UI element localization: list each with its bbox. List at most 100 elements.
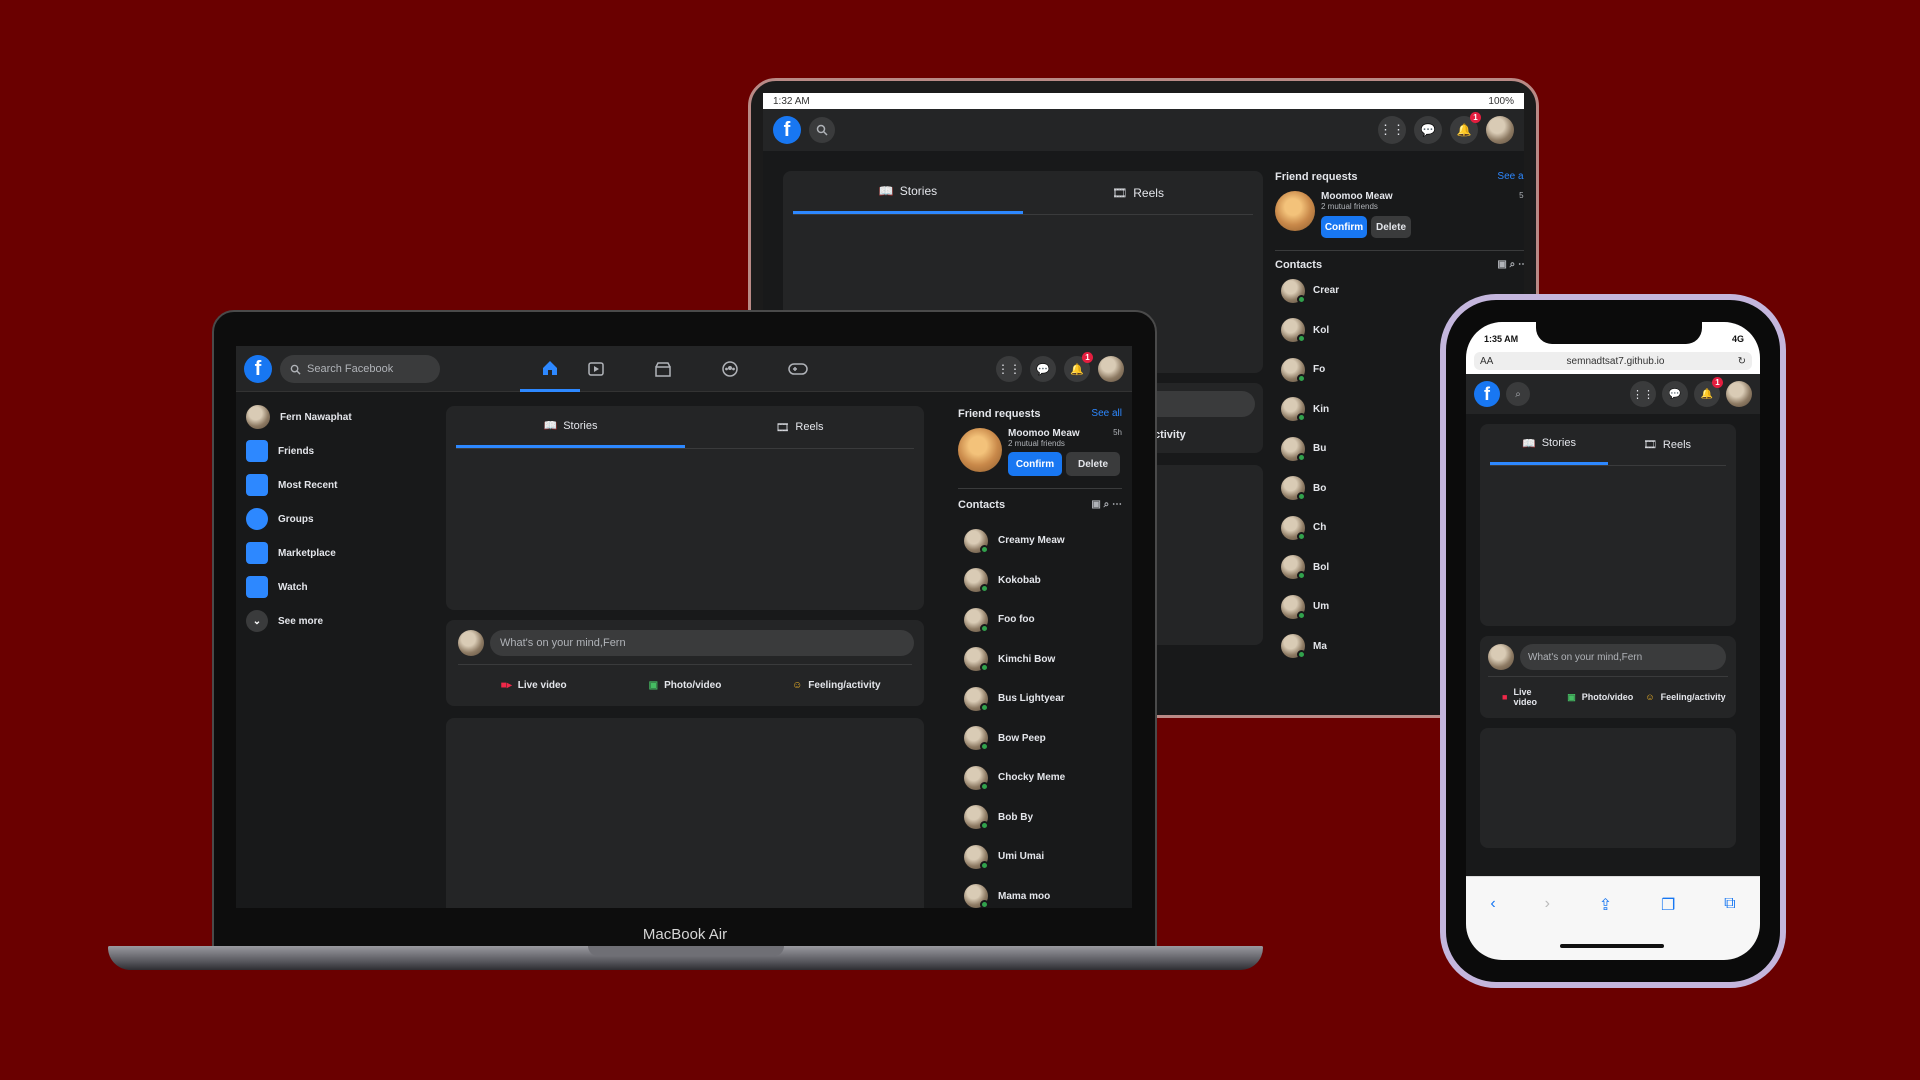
phone-url[interactable]: semnadtsat7.github.io — [1499, 356, 1731, 367]
photo-video-button[interactable]: ▣ Photo/video — [609, 670, 760, 700]
contact-item[interactable]: Foo foo — [958, 600, 1122, 640]
contacts-tools-icon[interactable]: ▣ ⌕ ⋯ — [1091, 499, 1122, 511]
composer-avatar[interactable] — [1488, 644, 1514, 670]
live-video-button[interactable]: ■▸ Live video — [458, 670, 609, 700]
composer-input[interactable]: What's on your mind,Fern — [490, 630, 914, 656]
contact-avatar — [964, 805, 989, 831]
contact-item[interactable]: Bow Peep — [958, 719, 1122, 759]
search-input[interactable]: Search Facebook — [280, 355, 440, 383]
friend-request-name[interactable]: Moomoo Meaw — [1008, 428, 1080, 439]
confirm-button[interactable]: Confirm — [1008, 452, 1062, 476]
contact-name: Bol — [1313, 561, 1330, 573]
menu-grid-icon[interactable]: ⋮⋮ — [1378, 116, 1406, 144]
sidebar-item-friends[interactable]: Friends — [246, 434, 426, 468]
bookmarks-icon[interactable]: ❐ — [1661, 895, 1675, 915]
contact-item[interactable]: Bob By — [958, 798, 1122, 838]
feeling-activity-button[interactable]: ☺ Feeling/activity — [1639, 682, 1732, 712]
contact-name: Ma — [1313, 640, 1327, 652]
text-size-button[interactable]: AA — [1480, 356, 1493, 367]
contact-item[interactable]: Creamy Meaw — [958, 521, 1122, 561]
friend-request-time: 5h — [1519, 191, 1524, 200]
tab-reels[interactable]: 🎞 Reels — [1608, 424, 1726, 465]
sidebar-item-groups[interactable]: Groups — [246, 502, 426, 536]
facebook-logo-icon[interactable]: f — [1474, 381, 1500, 407]
tab-stories[interactable]: 📖 Stories — [456, 406, 685, 448]
messenger-icon[interactable]: 💬 — [1414, 116, 1442, 144]
notifications-icon[interactable]: 🔔 1 — [1694, 377, 1723, 407]
watch-icon — [246, 576, 268, 598]
contact-item[interactable]: Kimchi Bow — [958, 640, 1122, 680]
see-all-link[interactable]: See all — [1497, 171, 1524, 183]
contacts-tools-icon[interactable]: ▣ ⌕ ⋯ — [1497, 259, 1524, 271]
online-status-icon — [980, 900, 989, 908]
account-avatar[interactable] — [1486, 116, 1514, 144]
online-status-icon — [980, 663, 989, 673]
contact-avatar — [1281, 436, 1306, 462]
reload-icon[interactable]: ↻ — [1738, 356, 1746, 367]
live-video-icon: ■▸ — [500, 679, 512, 691]
online-status-icon — [1297, 531, 1306, 541]
sidebar-item-see-more[interactable]: ⌄ See more — [246, 604, 426, 638]
notification-badge: 1 — [1470, 112, 1481, 123]
photo-video-button[interactable]: ▣ Photo/video — [1562, 682, 1640, 712]
tab-stories[interactable]: 📖 Stories — [1490, 424, 1608, 465]
nav-gaming-icon[interactable] — [788, 360, 808, 378]
contact-item[interactable]: Bus Lightyear — [958, 679, 1122, 719]
contact-avatar — [1281, 318, 1306, 344]
feeling-activity-button[interactable]: ☺ Feeling/activity — [761, 670, 912, 700]
composer-input[interactable]: What's on your mind,Fern — [1520, 644, 1726, 670]
nav-watch-icon[interactable] — [587, 360, 605, 378]
tabs-icon[interactable]: ⧉ — [1724, 895, 1735, 915]
nav-home-icon[interactable] — [520, 346, 580, 392]
search-icon — [290, 364, 301, 375]
messenger-icon[interactable]: 💬 — [1662, 381, 1688, 407]
nav-marketplace-icon[interactable] — [654, 360, 672, 378]
sidebar-item-label: Groups — [278, 513, 314, 525]
menu-grid-icon[interactable]: ⋮⋮ — [1630, 381, 1656, 407]
contact-item[interactable]: Mama moo — [958, 877, 1122, 908]
composer-avatar[interactable] — [458, 630, 484, 656]
facebook-logo-icon[interactable]: f — [773, 116, 801, 144]
contact-item[interactable]: Kokobab — [958, 561, 1122, 601]
sidebar-item-label: Marketplace — [278, 547, 336, 559]
delete-button[interactable]: Delete — [1371, 216, 1411, 238]
forward-icon[interactable]: › — [1545, 895, 1550, 915]
delete-button[interactable]: Delete — [1066, 452, 1120, 476]
see-all-link[interactable]: See all — [1091, 408, 1122, 420]
nav-groups-icon[interactable] — [721, 360, 739, 378]
tab-reels[interactable]: 🎞 Reels — [685, 406, 914, 448]
notifications-icon[interactable]: 🔔 1 — [1450, 112, 1481, 144]
sidebar-item-fern-nawaphat[interactable]: Fern Nawaphat — [246, 400, 426, 434]
contacts-title: Contacts — [1275, 259, 1323, 271]
live-video-button[interactable]: ■ Live video — [1484, 682, 1562, 712]
back-icon[interactable]: ‹ — [1490, 895, 1495, 915]
online-status-icon — [1297, 452, 1306, 462]
sidebar-item-watch[interactable]: Watch — [246, 570, 426, 604]
notifications-icon[interactable]: 🔔 1 — [1064, 352, 1093, 382]
account-avatar[interactable] — [1726, 381, 1752, 407]
sidebar-item-most-recent[interactable]: Most Recent — [246, 468, 426, 502]
confirm-button[interactable]: Confirm — [1321, 216, 1367, 238]
share-icon[interactable]: ⇪ — [1599, 895, 1612, 915]
tab-reels[interactable]: 🎞 Reels — [1023, 171, 1253, 214]
marketplace-icon — [246, 542, 268, 564]
messenger-icon[interactable]: 💬 — [1030, 356, 1056, 382]
search-icon[interactable]: ⌕ — [1506, 382, 1530, 406]
tab-stories[interactable]: 📖 Stories — [793, 171, 1023, 214]
groups-icon — [246, 508, 268, 530]
contact-item[interactable]: Chocky Meme — [958, 758, 1122, 798]
contact-item[interactable]: Umi Umai — [958, 837, 1122, 877]
online-status-icon — [980, 584, 989, 594]
left-sidebar: Fern Nawaphat Friends Most Recent Groups Mar… — [246, 400, 426, 638]
friend-request-avatar[interactable] — [1275, 191, 1315, 231]
friend-request-avatar[interactable] — [958, 428, 1002, 472]
search-icon[interactable] — [809, 117, 835, 143]
menu-grid-icon[interactable]: ⋮⋮ — [996, 356, 1022, 382]
contacts-list: Creamy Meaw Kokobab Foo foo Kimchi Bow Bus L… — [958, 521, 1122, 908]
friend-request-name[interactable]: Moomoo Meaw — [1321, 191, 1393, 202]
contact-avatar — [1281, 357, 1306, 383]
facebook-logo-icon[interactable]: f — [244, 355, 272, 383]
phone-address-bar[interactable]: AA semnadtsat7.github.io ↻ — [1474, 352, 1752, 370]
sidebar-item-marketplace[interactable]: Marketplace — [246, 536, 426, 570]
account-avatar[interactable] — [1098, 356, 1124, 382]
